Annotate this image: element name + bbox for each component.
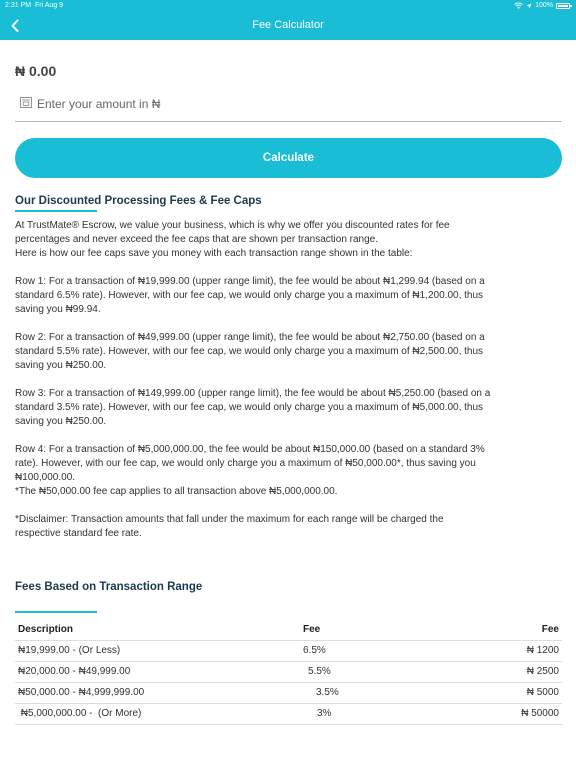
header-fee-rate: Fee — [300, 619, 450, 641]
row-cap: ₦ 1200 — [450, 640, 562, 662]
row2-line: standard 5.5% rate). However, with our f… — [15, 346, 484, 357]
row-rate: 3% — [300, 703, 450, 725]
row-cap: ₦ 50000 — [450, 703, 562, 725]
row3-line: Row 3: For a transaction of ₦149,999.00 … — [15, 388, 491, 399]
row1-line: saving you ₦99.94. — [15, 304, 101, 315]
row1-line: Row 1: For a transaction of ₦19,999.00 (… — [15, 276, 485, 287]
status-date: Fri Aug 9 — [34, 2, 63, 9]
row1-paragraph: Row 1: For a transaction of ₦19,999.00 (… — [15, 275, 555, 317]
row3-line: saving you ₦250.00. — [15, 416, 107, 427]
row4-paragraph: Row 4: For a transaction of ₦5,000,000.0… — [15, 443, 555, 499]
row-cap: ₦ 2500 — [450, 661, 562, 683]
discount-section-title: Our Discounted Processing Fees & Fee Cap… — [15, 195, 262, 207]
disclaimer-line: *Disclaimer: Transaction amounts that fa… — [15, 514, 444, 525]
row-description: ₦19,999.00 - (Or Less) — [15, 640, 300, 662]
wifi-icon — [514, 2, 523, 9]
row2-line: Row 2: For a transaction of ₦49,999.00 (… — [15, 332, 485, 343]
row-description: ₦50,000.00 - ₦4,999,999.00 — [15, 682, 300, 704]
status-indicators: 100% — [514, 2, 572, 9]
status-time-date: 2:31 PM Fri Aug 9 — [5, 2, 63, 9]
header-description: Description — [15, 619, 300, 641]
row-cap: ₦ 5000 — [450, 682, 562, 704]
amount-field — [15, 93, 562, 122]
money-icon — [20, 97, 32, 108]
table-row: ₦5,000,000.00 - (Or More) 3% ₦ 50000 — [15, 703, 562, 725]
row2-paragraph: Row 2: For a transaction of ₦49,999.00 (… — [15, 331, 555, 373]
disclaimer-paragraph: *Disclaimer: Transaction amounts that fa… — [15, 513, 555, 541]
discount-section-underline — [15, 210, 97, 212]
table-row: ₦19,999.00 - (Or Less) 6.5% ₦ 1200 — [15, 640, 562, 662]
intro-line: Here is how our fee caps save you money … — [15, 248, 413, 259]
row3-line: standard 3.5% rate). However, with our f… — [15, 402, 484, 413]
table-row: ₦50,000.00 - ₦4,999,999.00 3.5% ₦ 5000 — [15, 682, 562, 704]
amount-input[interactable] — [37, 93, 537, 115]
row3-paragraph: Row 3: For a transaction of ₦149,999.00 … — [15, 387, 555, 429]
disclaimer-line: respective standard fee rate. — [15, 528, 142, 539]
row-description: ₦5,000,000.00 - (Or More) — [15, 703, 300, 725]
row4-line: rate). However, with our fee cap, we wou… — [15, 458, 476, 469]
row-rate: 6.5% — [300, 640, 450, 662]
fee-table: Description Fee Fee ₦19,999.00 - (Or Les… — [15, 619, 562, 725]
status-bar: 2:31 PM Fri Aug 9 100% — [0, 0, 576, 12]
calculate-button[interactable]: Calculate — [15, 138, 562, 178]
row-rate: 5.5% — [300, 661, 450, 683]
fees-section-underline — [15, 611, 97, 613]
amount-display: ₦ 0.00 — [15, 63, 57, 79]
table-header-row: Description Fee Fee — [15, 619, 562, 641]
intro-paragraph: At TrustMate® Escrow, we value your busi… — [15, 219, 555, 261]
table-row: ₦20,000.00 - ₦49,999.00 5.5% ₦ 2500 — [15, 661, 562, 683]
row1-line: standard 6.5% rate). However, with our f… — [15, 290, 484, 301]
row4-line: *The ₦50,000.00 fee cap applies to all t… — [15, 486, 338, 497]
page-title: Fee Calculator — [252, 19, 324, 31]
row-rate: 3.5% — [300, 682, 450, 704]
row4-line: ₦100,000.00. — [15, 472, 76, 483]
row2-line: saving you ₦250.00. — [15, 360, 107, 371]
intro-line: At TrustMate® Escrow, we value your busi… — [15, 220, 450, 231]
fees-section-title: Fees Based on Transaction Range — [15, 581, 203, 593]
row-description: ₦20,000.00 - ₦49,999.00 — [15, 661, 300, 683]
location-icon — [526, 3, 532, 8]
battery-icon — [556, 2, 572, 9]
status-time: 2:31 PM — [5, 2, 32, 9]
header-fee-cap: Fee — [450, 619, 562, 641]
nav-bar: Fee Calculator — [0, 12, 576, 40]
intro-line: percentages and never exceed the fee cap… — [15, 234, 379, 245]
battery-percent: 100% — [535, 2, 553, 9]
row4-line: Row 4: For a transaction of ₦5,000,000.0… — [15, 444, 485, 455]
